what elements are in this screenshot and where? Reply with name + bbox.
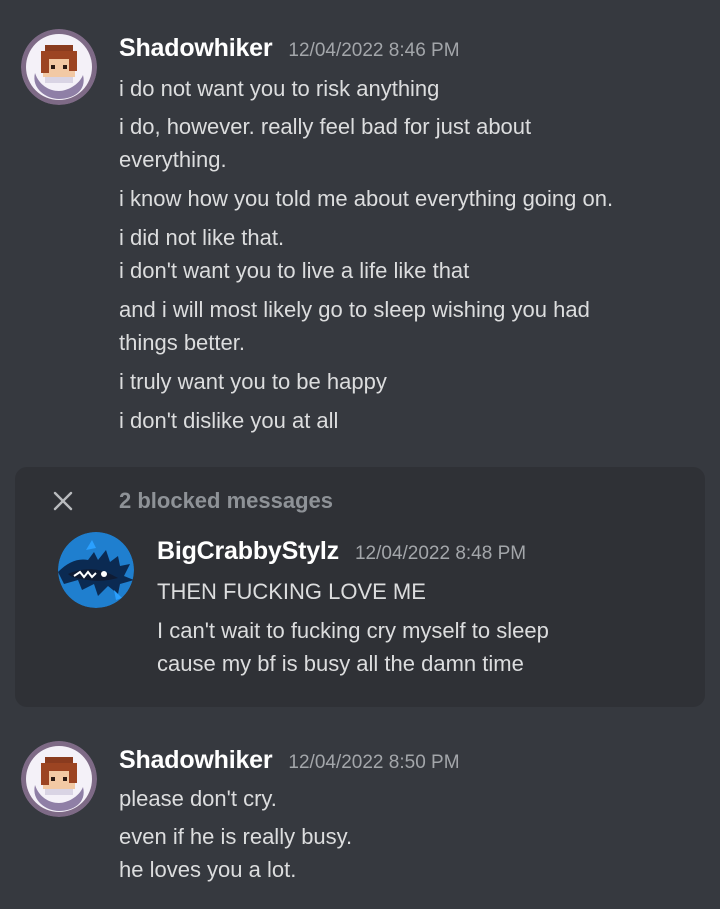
- shadowhiker-avatar[interactable]: [21, 29, 97, 105]
- username[interactable]: BigCrabbyStylz: [157, 537, 339, 566]
- pixel-character-avatar-icon: [21, 29, 97, 105]
- message-line: and i will most likely go to sleep wishi…: [119, 297, 590, 322]
- bigcrabbystylz-avatar[interactable]: [58, 532, 134, 608]
- username[interactable]: Shadowhiker: [119, 34, 273, 63]
- shadowhiker-avatar[interactable]: [21, 741, 97, 817]
- timestamp[interactable]: 12/04/2022 8:46 PM: [288, 40, 459, 62]
- message-line: i know how you told me about everything …: [119, 186, 614, 211]
- message-line: i don't dislike you at all: [119, 408, 339, 433]
- message-line: i did not like that.: [119, 225, 285, 250]
- message-line: please don't cry.: [119, 786, 277, 811]
- timestamp[interactable]: 12/04/2022 8:48 PM: [355, 543, 526, 565]
- blue-dragon-avatar-icon: [58, 532, 134, 608]
- close-icon[interactable]: [50, 484, 76, 518]
- username[interactable]: Shadowhiker: [119, 746, 273, 775]
- message-line: i don't want you to live a life like tha…: [119, 258, 470, 283]
- close-x-icon: [53, 491, 73, 511]
- message-header: BigCrabbyStylz 12/04/2022 8:48 PM: [157, 537, 526, 566]
- message-header: Shadowhiker 12/04/2022 8:46 PM: [119, 34, 460, 63]
- message-line: i do not want you to risk anything: [119, 76, 440, 101]
- message-line: everything.: [119, 147, 227, 172]
- timestamp[interactable]: 12/04/2022 8:50 PM: [288, 752, 459, 774]
- message-header: Shadowhiker 12/04/2022 8:50 PM: [119, 746, 460, 775]
- message-line: I can't wait to fucking cry myself to sl…: [157, 618, 549, 643]
- message-line: THEN FUCKING LOVE ME: [157, 579, 426, 604]
- blocked-messages-label[interactable]: 2 blocked messages: [119, 484, 333, 518]
- message-line: i truly want you to be happy: [119, 369, 387, 394]
- message-line: cause my bf is busy all the damn time: [157, 651, 524, 676]
- message-line: things better.: [119, 330, 245, 355]
- pixel-character-avatar-icon: [21, 741, 97, 817]
- message-line: i do, however. really feel bad for just …: [119, 114, 532, 139]
- message-line: even if he is really busy.: [119, 824, 353, 849]
- message-line: he loves you a lot.: [119, 857, 297, 882]
